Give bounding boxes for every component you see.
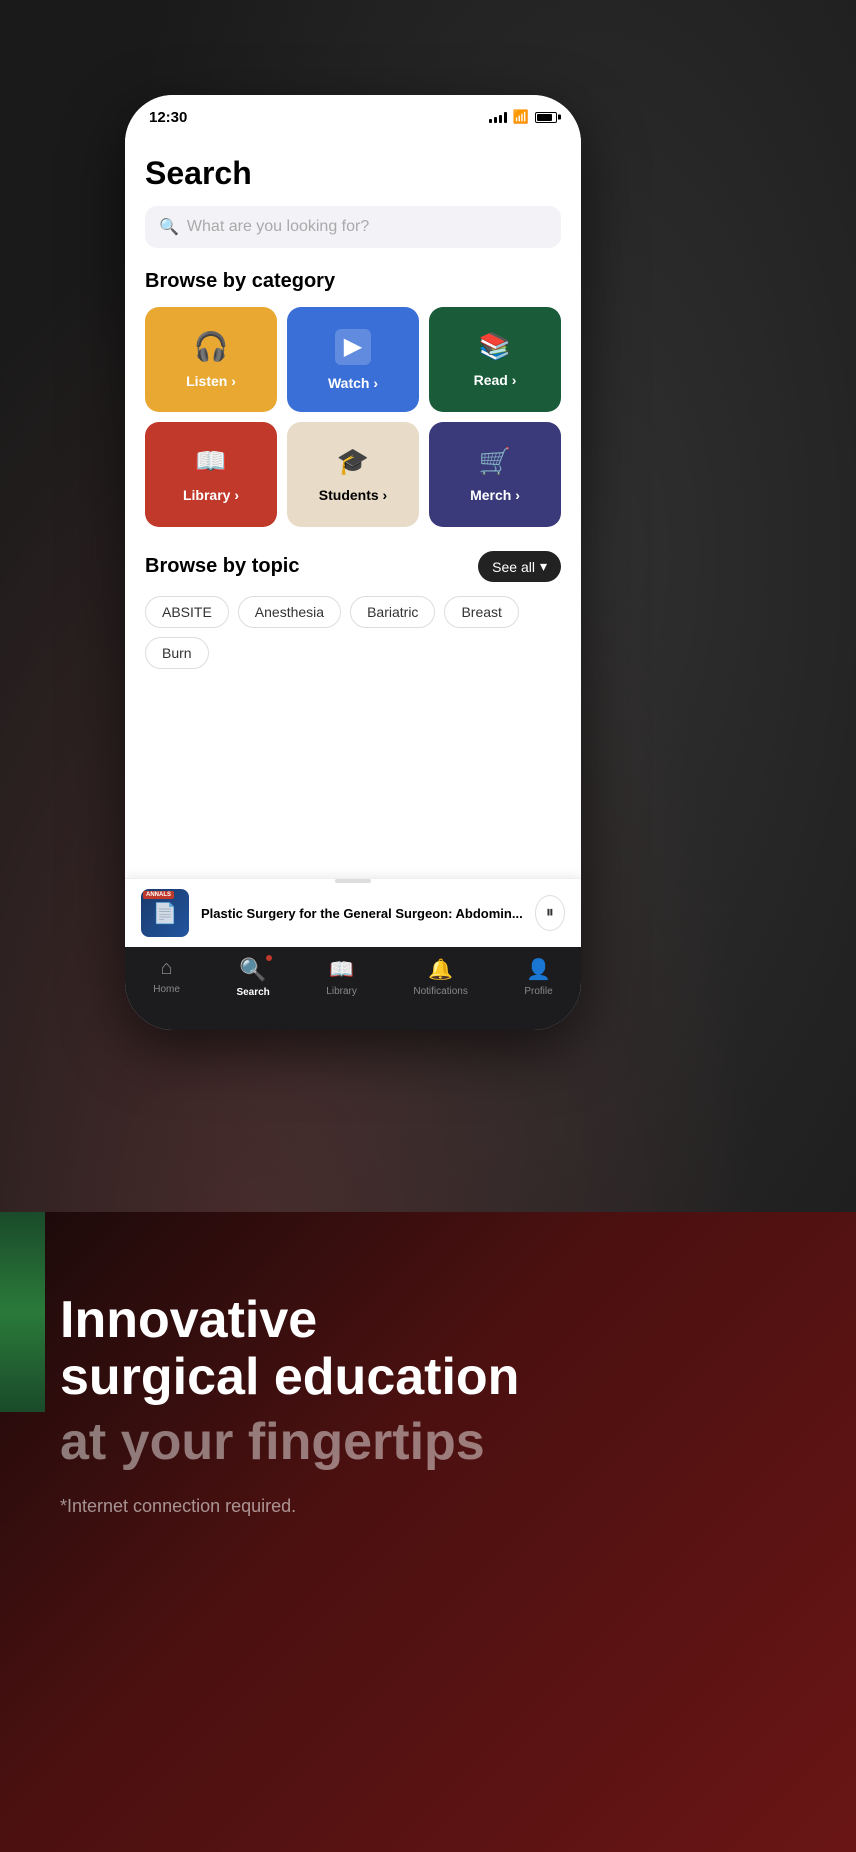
signal-icon <box>489 111 507 123</box>
nav-item-library[interactable]: 📖 Library <box>326 957 357 997</box>
status-time: 12:30 <box>149 109 187 126</box>
category-card-students[interactable]: 🎓 Students › <box>287 422 419 527</box>
disclaimer: *Internet connection required. <box>60 1496 796 1517</box>
category-label-watch: Watch › <box>328 375 378 391</box>
page-title: Search <box>145 155 561 192</box>
mini-player-thumbnail: 📄 ANNALS <box>141 889 189 937</box>
nav-item-profile[interactable]: 👤 Profile <box>524 957 552 997</box>
tagline-sub: at your fingertips <box>60 1414 796 1471</box>
headphones-icon: 🎧 <box>194 330 229 363</box>
image-accent <box>0 1212 45 1412</box>
topic-pill-bariatric[interactable]: Bariatric <box>350 596 435 628</box>
mini-player-pause-button[interactable]: ⏸ <box>535 895 565 931</box>
nav-label-notifications: Notifications <box>413 986 467 997</box>
bottom-section: Innovativesurgical education at your fin… <box>0 1212 856 1852</box>
category-label-listen: Listen › <box>186 373 236 389</box>
search-icon: 🔍 <box>159 217 179 237</box>
topic-pills: ABSITE Anesthesia Bariatric Breast Burn <box>145 596 561 669</box>
search-notification-dot <box>266 955 272 961</box>
phone-frame: 12:30 📶 Search 🔍 What are you looking fo… <box>125 95 581 1030</box>
category-label-merch: Merch › <box>470 487 520 503</box>
see-all-button[interactable]: See all ▾ <box>478 551 561 582</box>
home-icon: ⌂ <box>161 957 173 980</box>
category-card-merch[interactable]: 🛒 Merch › <box>429 422 561 527</box>
search-bar[interactable]: 🔍 What are you looking for? <box>145 206 561 248</box>
mini-player-title: Plastic Surgery for the General Surgeon:… <box>201 906 523 921</box>
nav-item-home[interactable]: ⌂ Home <box>153 957 180 995</box>
nav-label-search: Search <box>236 987 269 998</box>
category-label-students: Students › <box>319 487 387 503</box>
category-label-library: Library › <box>183 487 239 503</box>
graduation-icon: 🎓 <box>337 446 369 477</box>
status-icons: 📶 <box>489 109 557 125</box>
chevron-down-icon: ▾ <box>540 558 547 575</box>
nav-label-library: Library <box>326 986 357 997</box>
category-card-watch[interactable]: ▶ Watch › <box>287 307 419 412</box>
category-card-read[interactable]: 📚 Read › <box>429 307 561 412</box>
phone-content: Search 🔍 What are you looking for? Brows… <box>125 139 581 947</box>
topic-pill-absite[interactable]: ABSITE <box>145 596 229 628</box>
mini-player[interactable]: 📄 ANNALS Plastic Surgery for the General… <box>125 878 581 947</box>
cart-icon: 🛒 <box>479 446 511 477</box>
status-bar: 12:30 📶 <box>125 95 581 139</box>
browse-topic-title: Browse by topic <box>145 555 299 578</box>
tagline-main: Innovativesurgical education <box>60 1292 796 1406</box>
mini-player-badge: ANNALS <box>143 891 174 899</box>
search-nav-icon: 🔍 <box>239 957 266 983</box>
battery-icon <box>535 112 557 123</box>
book-icon: 📚 <box>479 331 511 362</box>
nav-item-search[interactable]: 🔍 Search <box>236 957 269 998</box>
category-card-library[interactable]: 📖 Library › <box>145 422 277 527</box>
browse-category-title: Browse by category <box>145 270 561 293</box>
bell-icon: 🔔 <box>428 957 453 982</box>
category-grid: 🎧 Listen › ▶ Watch › 📚 Read › 📖 Library … <box>145 307 561 527</box>
category-card-listen[interactable]: 🎧 Listen › <box>145 307 277 412</box>
nav-label-home: Home <box>153 984 180 995</box>
library-nav-icon: 📖 <box>329 957 354 982</box>
mini-player-info: Plastic Surgery for the General Surgeon:… <box>201 906 523 921</box>
play-icon: ▶ <box>335 329 371 365</box>
topic-pill-burn[interactable]: Burn <box>145 637 209 669</box>
open-book-icon: 📖 <box>195 446 227 477</box>
wifi-icon: 📶 <box>513 109 529 125</box>
nav-item-notifications[interactable]: 🔔 Notifications <box>413 957 467 997</box>
category-label-read: Read › <box>474 372 517 388</box>
search-input[interactable]: What are you looking for? <box>187 218 369 236</box>
browse-topic-header: Browse by topic See all ▾ <box>145 551 561 582</box>
topic-pill-anesthesia[interactable]: Anesthesia <box>238 596 341 628</box>
profile-icon: 👤 <box>526 957 551 982</box>
bottom-nav: ⌂ Home 🔍 Search 📖 Library 🔔 Notification… <box>125 947 581 1030</box>
topic-pill-breast[interactable]: Breast <box>444 596 518 628</box>
drag-indicator <box>335 879 371 883</box>
nav-label-profile: Profile <box>524 986 552 997</box>
